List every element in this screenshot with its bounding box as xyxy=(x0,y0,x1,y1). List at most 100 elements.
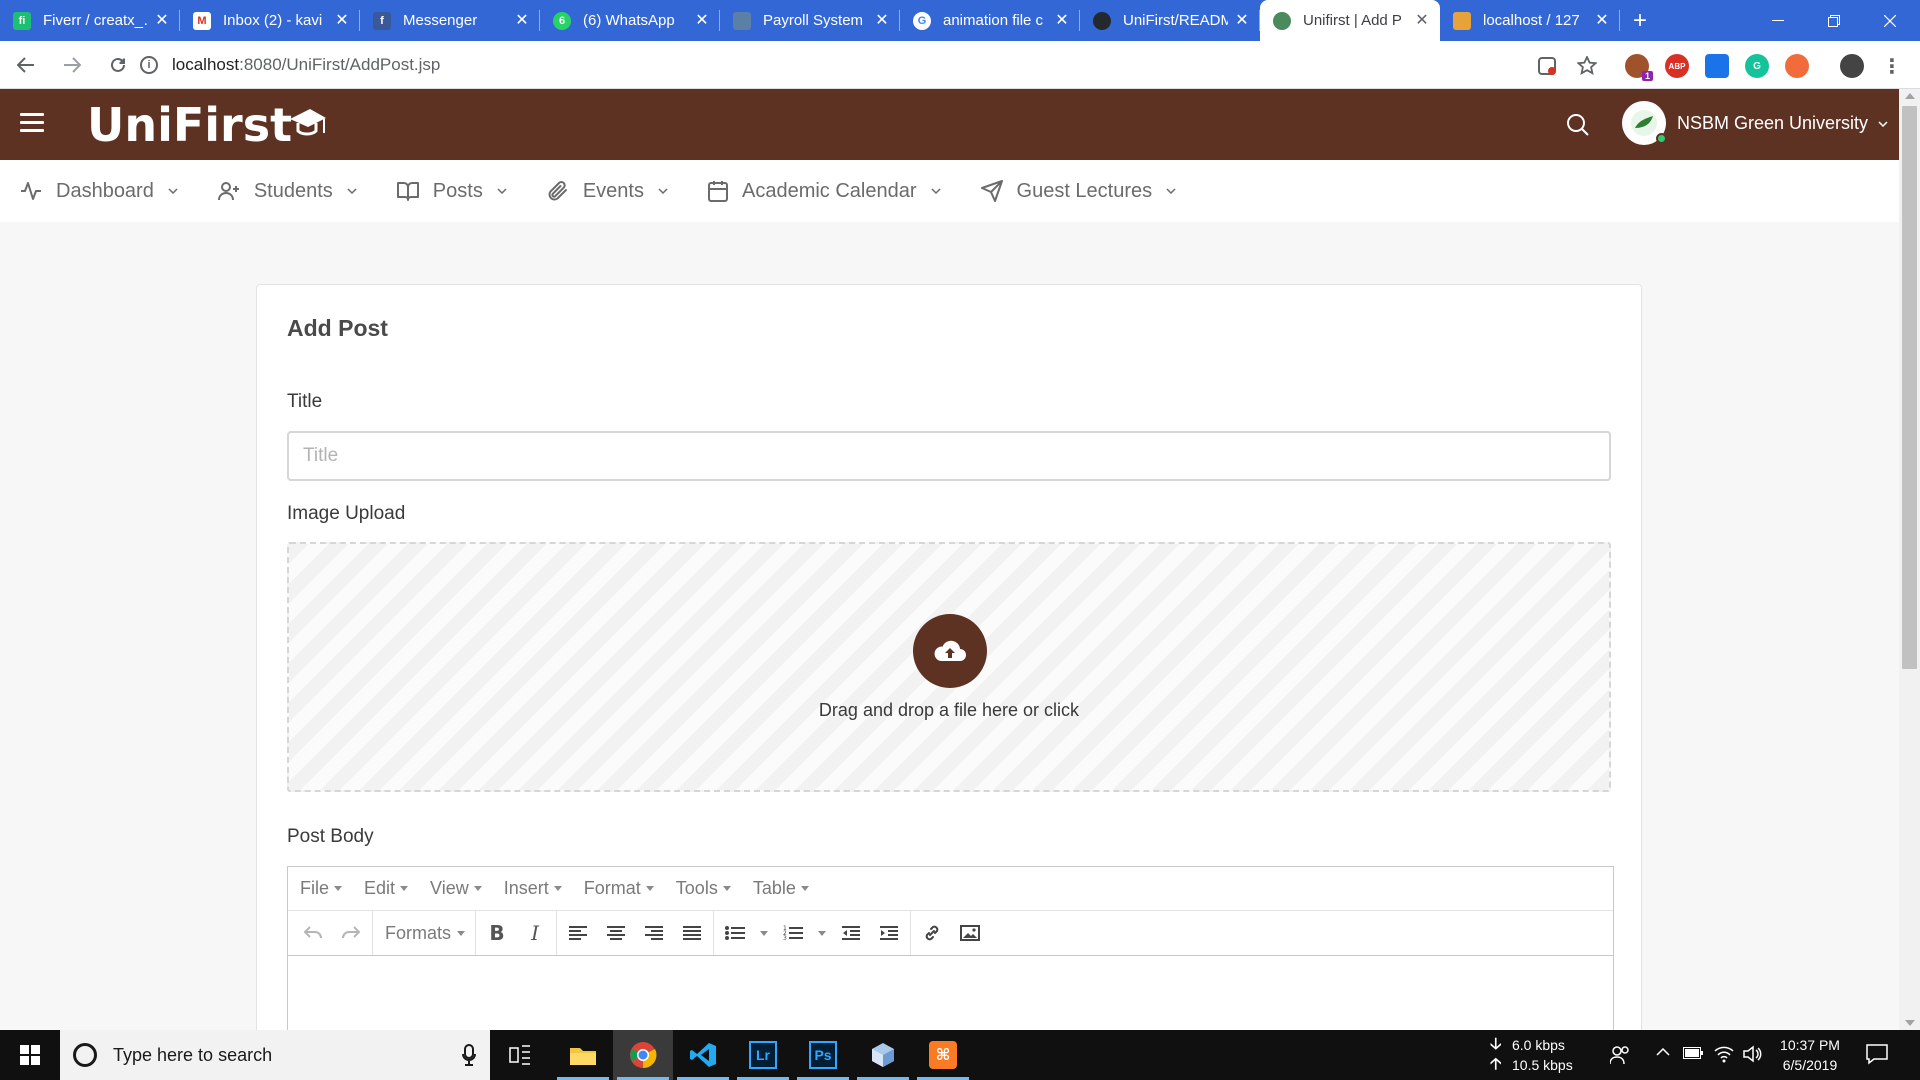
tab-close-icon[interactable]: ✕ xyxy=(1414,12,1430,29)
tab-close-icon[interactable]: ✕ xyxy=(514,12,530,29)
browser-tab[interactable]: f Messenger ✕ xyxy=(360,0,540,41)
editor-menubar: File Edit View Insert Format Tools Table xyxy=(288,867,1613,911)
browser-tab-active[interactable]: Unifirst | Add P ✕ xyxy=(1260,0,1440,41)
nav-item-dashboard[interactable]: Dashboard xyxy=(20,180,178,203)
editor-menu-table[interactable]: Table xyxy=(753,878,809,899)
tab-close-icon[interactable]: ✕ xyxy=(334,12,350,29)
scrollbar-thumb[interactable] xyxy=(1902,106,1917,669)
tab-close-icon[interactable]: ✕ xyxy=(874,12,890,29)
editor-menu-view[interactable]: View xyxy=(430,878,482,899)
profile-avatar-icon[interactable] xyxy=(1840,54,1864,78)
nav-item-academic-calendar[interactable]: Academic Calendar xyxy=(707,180,941,203)
chrome-menu-icon[interactable]: ⋮ xyxy=(1880,54,1904,78)
volume-icon[interactable] xyxy=(1743,1045,1763,1063)
align-left-icon[interactable] xyxy=(559,914,597,952)
forward-icon[interactable] xyxy=(52,45,92,85)
browser-tab[interactable]: 6 (6) WhatsApp ✕ xyxy=(540,0,720,41)
nav-item-posts[interactable]: Posts xyxy=(396,180,507,203)
image-dropzone[interactable]: Drag and drop a file here or click xyxy=(287,542,1611,792)
tab-close-icon[interactable]: ✕ xyxy=(1054,12,1070,29)
postman-icon[interactable] xyxy=(1785,54,1809,78)
caret-down-icon[interactable] xyxy=(818,930,827,936)
chrome-taskbar-icon[interactable] xyxy=(613,1030,673,1080)
translate-icon[interactable] xyxy=(1535,54,1559,78)
bullet-list-split-button[interactable] xyxy=(716,914,774,952)
browser-tab[interactable]: Payroll System ✕ xyxy=(720,0,900,41)
browser-tab[interactable]: G animation file c ✕ xyxy=(900,0,1080,41)
lightroom-icon[interactable]: Lr xyxy=(733,1030,793,1080)
system-clock[interactable]: 10:37 PM 6/5/2019 xyxy=(1770,1035,1850,1075)
numbered-list-split-button[interactable]: 123 xyxy=(774,914,832,952)
nav-item-events[interactable]: Events xyxy=(547,180,668,203)
microphone-icon[interactable] xyxy=(462,1044,476,1066)
task-view-icon[interactable] xyxy=(490,1030,550,1080)
editor-menu-tools[interactable]: Tools xyxy=(676,878,731,899)
numbered-list-icon[interactable]: 123 xyxy=(774,914,812,952)
chevron-up-icon[interactable] xyxy=(1656,1048,1670,1056)
browser-tab[interactable]: UniFirst/READM ✕ xyxy=(1080,0,1260,41)
nav-item-guest-lectures[interactable]: Guest Lectures xyxy=(980,180,1177,203)
undo-icon[interactable] xyxy=(294,914,332,952)
unifirst-logo[interactable]: UniFirst xyxy=(87,97,328,153)
tab-close-icon[interactable]: ✕ xyxy=(154,12,170,29)
caret-down-icon[interactable] xyxy=(760,930,769,936)
page-scrollbar[interactable] xyxy=(1899,89,1920,1030)
people-icon[interactable] xyxy=(1610,1045,1630,1065)
upload-button[interactable] xyxy=(913,614,987,688)
tab-close-icon[interactable]: ✕ xyxy=(1234,12,1250,29)
network-speed-widget[interactable]: 🡣 6.0 kbps 🡡 10.5 kbps xyxy=(1490,1035,1573,1075)
align-right-icon[interactable] xyxy=(635,914,673,952)
bullet-list-icon[interactable] xyxy=(716,914,754,952)
indent-icon[interactable] xyxy=(870,914,908,952)
title-input[interactable] xyxy=(287,431,1611,481)
editor-menu-file[interactable]: File xyxy=(300,878,343,899)
scroll-up-icon[interactable] xyxy=(1905,93,1915,99)
restore-icon[interactable] xyxy=(1806,0,1862,41)
xampp-icon[interactable]: ⌘ xyxy=(913,1030,973,1080)
editor-menu-edit[interactable]: Edit xyxy=(364,878,409,899)
taskbar-search[interactable]: Type here to search xyxy=(60,1030,490,1080)
align-justify-icon[interactable] xyxy=(673,914,711,952)
align-center-icon[interactable] xyxy=(597,914,635,952)
back-icon[interactable] xyxy=(6,45,46,85)
battery-icon[interactable] xyxy=(1683,1047,1703,1059)
grammarly-icon[interactable]: G xyxy=(1745,54,1769,78)
outdent-icon[interactable] xyxy=(832,914,870,952)
browser-tab[interactable]: fi Fiverr / creatx_… ✕ xyxy=(0,0,180,41)
extension-icon[interactable] xyxy=(1705,54,1729,78)
vscode-icon[interactable] xyxy=(673,1030,733,1080)
formats-dropdown[interactable]: Formats xyxy=(375,923,473,944)
tab-close-icon[interactable]: ✕ xyxy=(694,12,710,29)
search-icon[interactable] xyxy=(1566,113,1590,137)
tab-close-icon[interactable]: ✕ xyxy=(1594,12,1610,29)
file-explorer-icon[interactable] xyxy=(553,1030,613,1080)
windows-start-icon[interactable] xyxy=(0,1030,60,1080)
photoshop-icon[interactable]: Ps xyxy=(793,1030,853,1080)
nav-item-students[interactable]: Students xyxy=(217,180,357,203)
adblock-icon[interactable]: ABP xyxy=(1665,54,1689,78)
user-avatar[interactable] xyxy=(1622,101,1667,145)
link-icon[interactable] xyxy=(913,914,951,952)
editor-menu-insert[interactable]: Insert xyxy=(504,878,562,899)
address-bar[interactable]: i localhost:8080/UniFirst/AddPost.jsp xyxy=(140,47,440,83)
reload-icon[interactable] xyxy=(98,45,138,85)
new-tab-button[interactable]: + xyxy=(1620,0,1660,41)
browser-tab[interactable]: M Inbox (2) - kavi ✕ xyxy=(180,0,360,41)
virtualbox-icon[interactable] xyxy=(853,1030,913,1080)
notification-center-icon[interactable] xyxy=(1866,1043,1888,1065)
site-info-icon[interactable]: i xyxy=(140,56,158,74)
image-icon[interactable] xyxy=(951,914,989,952)
scroll-down-icon[interactable] xyxy=(1905,1020,1915,1026)
redo-icon[interactable] xyxy=(332,914,370,952)
bookmark-star-icon[interactable] xyxy=(1575,54,1599,78)
hamburger-menu-icon[interactable] xyxy=(20,113,44,133)
user-menu[interactable]: NSBM Green University xyxy=(1677,113,1888,134)
browser-tab[interactable]: localhost / 127 ✕ xyxy=(1440,0,1620,41)
italic-icon[interactable]: I xyxy=(516,914,554,952)
close-window-icon[interactable] xyxy=(1862,0,1918,41)
wifi-icon[interactable] xyxy=(1714,1045,1734,1063)
extension-badge-icon[interactable]: 1 xyxy=(1625,54,1653,81)
editor-menu-format[interactable]: Format xyxy=(584,878,654,899)
bold-icon[interactable]: B xyxy=(478,914,516,952)
minimize-icon[interactable] xyxy=(1750,0,1806,41)
